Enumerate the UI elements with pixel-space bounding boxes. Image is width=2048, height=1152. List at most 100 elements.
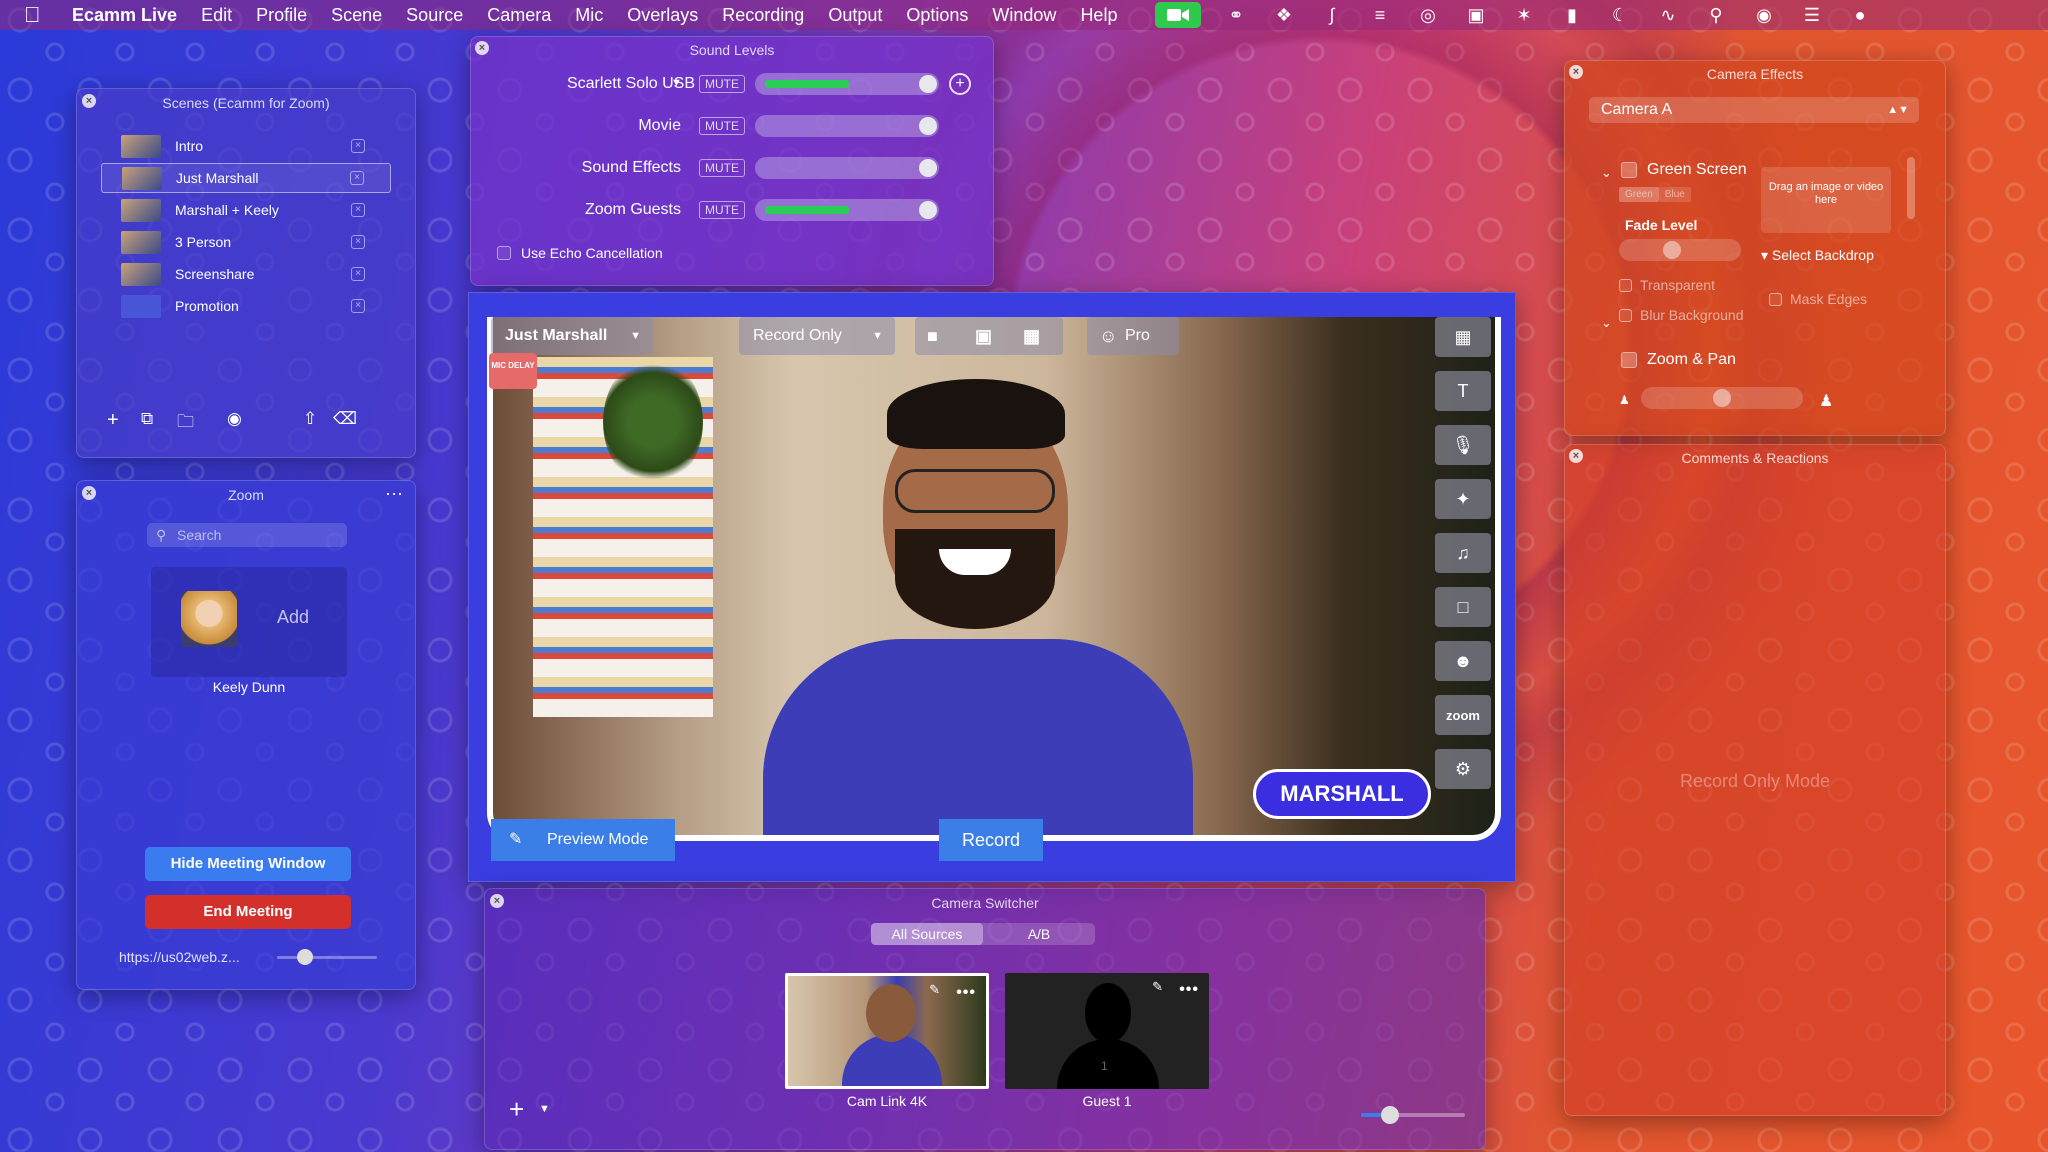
apple-icon[interactable]:  bbox=[24, 4, 44, 26]
blue-option[interactable]: Blue bbox=[1658, 187, 1691, 202]
scene-item-intro[interactable]: Intro × bbox=[101, 131, 391, 161]
mic-settings-icon[interactable]: 🎙 bbox=[1435, 425, 1491, 465]
camera-tile-cam-link[interactable]: ✎ ••• bbox=[785, 973, 989, 1089]
preview-mode-button[interactable]: ✎ Preview Mode bbox=[491, 819, 675, 861]
blur-background-checkbox[interactable]: Blur Background bbox=[1619, 307, 1744, 323]
settings-gear-icon[interactable]: ⚙ bbox=[1435, 749, 1491, 789]
globe-icon[interactable]: ◎ bbox=[1415, 4, 1441, 26]
chevron-down-icon[interactable]: ▼ bbox=[539, 1103, 550, 1115]
scene-item-promotion[interactable]: Promotion × bbox=[101, 291, 391, 321]
more-icon[interactable]: ••• bbox=[1179, 981, 1199, 999]
menu-profile[interactable]: Profile bbox=[256, 5, 307, 26]
zoom-level-slider[interactable] bbox=[1641, 387, 1803, 409]
hide-meeting-window-button[interactable]: Hide Meeting Window bbox=[145, 847, 351, 881]
slider-knob[interactable] bbox=[919, 75, 937, 93]
notification-icon[interactable]: ◉ bbox=[1751, 4, 1777, 26]
camera-tile-guest-1[interactable]: 1 ✎ ••• bbox=[1005, 973, 1209, 1089]
menu-window[interactable]: Window bbox=[992, 5, 1056, 26]
menu-recording[interactable]: Recording bbox=[722, 5, 804, 26]
chevron-down-icon[interactable]: ⌄ bbox=[1601, 315, 1612, 331]
trash-icon[interactable]: ⌫ bbox=[333, 409, 357, 429]
chevron-down-icon[interactable]: ▼ bbox=[671, 77, 682, 89]
select-backdrop-dropdown[interactable]: ▾ Select Backdrop bbox=[1761, 247, 1874, 264]
audio-level-slider[interactable] bbox=[755, 157, 939, 179]
camera-select[interactable]: Camera A ▲▼ bbox=[1589, 97, 1919, 123]
audio-level-slider[interactable] bbox=[755, 199, 939, 221]
participant-card[interactable]: Add bbox=[151, 567, 347, 677]
magic-wand-icon[interactable]: ✦ bbox=[1435, 479, 1491, 519]
slider-knob[interactable] bbox=[1713, 389, 1731, 407]
audio-level-slider[interactable] bbox=[755, 115, 939, 137]
fade-level-slider[interactable] bbox=[1619, 239, 1741, 261]
mute-button[interactable]: MUTE bbox=[699, 117, 745, 135]
slider-knob[interactable] bbox=[919, 117, 937, 135]
menu-options[interactable]: Options bbox=[906, 5, 968, 26]
more-icon[interactable]: ••• bbox=[956, 984, 976, 1002]
scene-dropdown[interactable]: Just Marshall ▼ bbox=[491, 317, 653, 355]
menu-camera[interactable]: Camera bbox=[487, 5, 551, 26]
end-meeting-button[interactable]: End Meeting bbox=[145, 895, 351, 929]
creative-cloud-icon[interactable]: ⚭ bbox=[1223, 4, 1249, 26]
slider-knob[interactable] bbox=[919, 201, 937, 219]
zoom-pan-checkbox[interactable] bbox=[1621, 352, 1637, 368]
screen-source-icon[interactable]: ▣ bbox=[975, 317, 992, 355]
slider-knob[interactable] bbox=[919, 159, 937, 177]
camera-status-icon[interactable] bbox=[1155, 2, 1201, 28]
green-option[interactable]: Green bbox=[1619, 187, 1659, 202]
dropbox-icon[interactable]: ❖ bbox=[1271, 4, 1297, 26]
mode-dropdown[interactable]: Record Only ▼ bbox=[739, 317, 895, 355]
duplicate-scene-icon[interactable]: ⧉ bbox=[141, 409, 153, 429]
add-participant-button[interactable]: Add bbox=[277, 607, 309, 628]
audio-level-slider[interactable] bbox=[755, 73, 939, 95]
music-icon[interactable]: ♫ bbox=[1435, 533, 1491, 573]
camera-source-icon[interactable]: ■ bbox=[927, 317, 938, 355]
menu-edit[interactable]: Edit bbox=[201, 5, 232, 26]
chevron-down-icon[interactable]: ⌄ bbox=[1601, 165, 1612, 181]
slider-knob[interactable] bbox=[1381, 1106, 1399, 1124]
siri-icon[interactable]: ● bbox=[1847, 4, 1873, 26]
menu-mic[interactable]: Mic bbox=[575, 5, 603, 26]
transparent-checkbox[interactable]: Transparent bbox=[1619, 277, 1715, 293]
tab-all-sources[interactable]: All Sources bbox=[871, 923, 983, 945]
spotlight-search-icon[interactable]: ⚲ bbox=[1703, 4, 1729, 26]
title-overlay-icon[interactable]: T bbox=[1435, 371, 1491, 411]
slider-knob[interactable] bbox=[297, 949, 313, 965]
echo-cancellation-checkbox[interactable]: Use Echo Cancellation bbox=[497, 245, 663, 261]
edit-icon[interactable]: ✎ bbox=[929, 982, 940, 998]
guests-icon[interactable]: ☻ bbox=[1435, 641, 1491, 681]
more-icon[interactable]: ··· bbox=[385, 483, 403, 504]
mic-delay-badge[interactable]: MIC DELAY bbox=[489, 353, 537, 389]
zoom-tool-icon[interactable]: zoom bbox=[1435, 695, 1491, 735]
media-source-icon[interactable]: ▦ bbox=[1023, 317, 1040, 355]
comment-icon[interactable]: □ bbox=[1435, 587, 1491, 627]
tab-ab[interactable]: A/B bbox=[983, 923, 1095, 945]
pro-button[interactable]: ☺ Pro bbox=[1087, 317, 1179, 355]
participant-search-input[interactable]: ⚲ Search bbox=[147, 523, 347, 547]
scrollbar[interactable] bbox=[1907, 157, 1915, 219]
menu-output[interactable]: Output bbox=[828, 5, 882, 26]
battery-icon[interactable]: ▮ bbox=[1559, 4, 1585, 26]
wifi-icon[interactable]: ∿ bbox=[1655, 4, 1681, 26]
mask-edges-checkbox[interactable]: Mask Edges bbox=[1769, 291, 1867, 307]
menu-help[interactable]: Help bbox=[1080, 5, 1117, 26]
mute-button[interactable]: MUTE bbox=[699, 159, 745, 177]
s-icon[interactable]: ∫ bbox=[1319, 4, 1345, 26]
bluetooth-icon[interactable]: ✶ bbox=[1511, 4, 1537, 26]
scene-item-just-marshall[interactable]: Just Marshall × bbox=[101, 163, 391, 193]
scene-delete-icon[interactable]: × bbox=[351, 139, 365, 153]
checkbox[interactable] bbox=[497, 246, 511, 260]
menu-source[interactable]: Source bbox=[406, 5, 463, 26]
control-center-icon[interactable]: ☰ bbox=[1799, 4, 1825, 26]
folder-icon[interactable]: 🗀 bbox=[177, 409, 194, 438]
scene-item-screenshare[interactable]: Screenshare × bbox=[101, 259, 391, 289]
moon-icon[interactable]: ☾ bbox=[1607, 4, 1633, 26]
scene-delete-icon[interactable]: × bbox=[351, 267, 365, 281]
stack-icon[interactable]: ≡ bbox=[1367, 4, 1393, 26]
display-icon[interactable]: ▣ bbox=[1463, 4, 1489, 26]
slider-knob[interactable] bbox=[1663, 241, 1681, 259]
mute-button[interactable]: MUTE bbox=[699, 201, 745, 219]
green-screen-checkbox[interactable] bbox=[1621, 162, 1637, 178]
meeting-url[interactable]: https://us02web.z... bbox=[119, 949, 240, 965]
layout-tool-icon[interactable]: ▦ bbox=[1435, 317, 1491, 357]
add-source-icon[interactable]: + bbox=[509, 1096, 524, 1122]
